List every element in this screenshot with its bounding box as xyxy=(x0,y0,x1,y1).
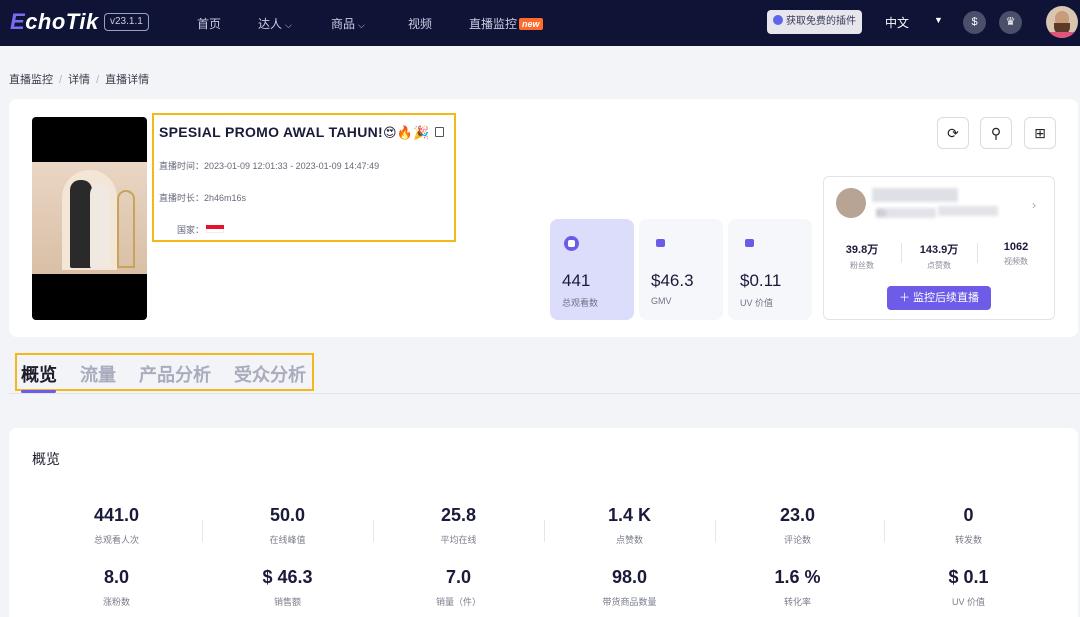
stat-uv-value[interactable]: $0.11 UV 价值 xyxy=(728,219,812,320)
copy-icon[interactable] xyxy=(434,127,444,137)
coin-icon xyxy=(742,236,757,251)
metric-avg-online: 25.8 平均在线 xyxy=(440,505,477,545)
nav-item-live-monitor[interactable]: 直播监控 new xyxy=(469,15,543,32)
metric-peak-online: 50.0 在线峰值 xyxy=(269,505,306,545)
stat-total-views[interactable]: 441 总观看数 xyxy=(550,219,634,320)
metric-sales-amount: $ 46.3 销售额 xyxy=(262,567,313,607)
version-badge: v23.1.1 xyxy=(104,13,149,31)
live-time: 直播时间：2023-01-09 12:01:33 - 2023-01-09 14… xyxy=(159,161,380,171)
host-likes: 143.9万 点赞数 xyxy=(919,244,959,270)
chrome-icon xyxy=(773,15,783,25)
tab-product-analysis[interactable]: 产品分析 xyxy=(139,361,211,387)
chevron-down-icon: ⌵ xyxy=(358,20,365,30)
host-followers: 39.8万 粉丝数 xyxy=(845,244,879,270)
live-thumbnail[interactable] xyxy=(32,117,147,320)
live-duration: 直播时长：2h46m16s xyxy=(159,193,247,203)
currency-icon[interactable]: $ xyxy=(963,11,986,34)
echotik-logo[interactable]: EchoTik xyxy=(10,9,99,35)
link-icon[interactable]: ⚲ xyxy=(980,117,1012,149)
indonesia-flag-icon xyxy=(206,225,225,233)
metric-conversion-rate: 1.6 % 转化率 xyxy=(774,567,821,607)
get-plugin-button[interactable]: 获取免费的插件 xyxy=(767,10,862,34)
metric-total-viewers: 441.0 总观看人次 xyxy=(93,505,140,545)
metric-likes: 1.4 K 点赞数 xyxy=(607,505,652,545)
refresh-icon[interactable]: ⟳ xyxy=(937,117,969,149)
caret-down-icon[interactable]: ▼ xyxy=(934,15,943,25)
metric-comments: 23.0 评论数 xyxy=(779,505,816,545)
live-country: 国家： xyxy=(177,223,225,236)
stat-gmv[interactable]: $46.3 GMV xyxy=(639,219,723,320)
tab-audience-analysis[interactable]: 受众分析 xyxy=(234,361,306,387)
wallet-icon xyxy=(653,236,668,251)
host-videos: 1062 视频数 xyxy=(1003,241,1029,266)
breadcrumb-details[interactable]: 详情 xyxy=(68,74,90,86)
user-avatar[interactable] xyxy=(1046,6,1078,38)
metric-new-followers: 8.0 涨粉数 xyxy=(102,567,130,607)
nav-item-products[interactable]: 商品 ⌵ xyxy=(331,15,365,32)
language-selector[interactable]: 中文 xyxy=(885,14,909,31)
breadcrumb-live-details: 直播详情 xyxy=(105,74,150,86)
nav-item-creators[interactable]: 达人 ⌵ xyxy=(258,15,292,32)
overview-title: 概览 xyxy=(32,451,60,467)
host-avatar[interactable] xyxy=(836,188,866,218)
host-id: ID: xyxy=(874,206,998,218)
tab-overview[interactable]: 概览 xyxy=(21,361,57,387)
live-title: SPESIAL PROMO AWAL TAHUN!😍🔥🎉 xyxy=(159,124,444,141)
qr-code-icon[interactable]: ⊞ xyxy=(1024,117,1056,149)
eye-icon xyxy=(564,236,579,251)
chevron-down-icon: ⌵ xyxy=(285,20,292,30)
tab-traffic[interactable]: 流量 xyxy=(80,361,116,387)
metric-units-sold: 7.0 销量（件） xyxy=(435,567,481,607)
metric-shares: 0 转发数 xyxy=(954,505,982,545)
crown-icon[interactable]: ♛ xyxy=(999,11,1022,34)
nav-item-home[interactable]: 首页 xyxy=(197,15,221,32)
chevron-right-icon[interactable]: › xyxy=(1032,198,1036,212)
active-tab-indicator xyxy=(21,390,56,393)
breadcrumb-live-monitor[interactable]: 直播监控 xyxy=(9,74,53,86)
new-badge: new xyxy=(519,18,543,30)
plus-icon: ＋ xyxy=(898,292,914,304)
breadcrumb: 直播监控 / 详情 / 直播详情 xyxy=(9,74,150,86)
nav-item-videos[interactable]: 视频 xyxy=(408,15,432,32)
host-name-blurred xyxy=(872,188,958,202)
monitor-future-live-button[interactable]: ＋ 监控后续直播 xyxy=(887,286,991,310)
metric-products-count: 98.0 带货商品数量 xyxy=(602,567,657,607)
metric-uv-value: $ 0.1 UV 价值 xyxy=(948,567,989,607)
